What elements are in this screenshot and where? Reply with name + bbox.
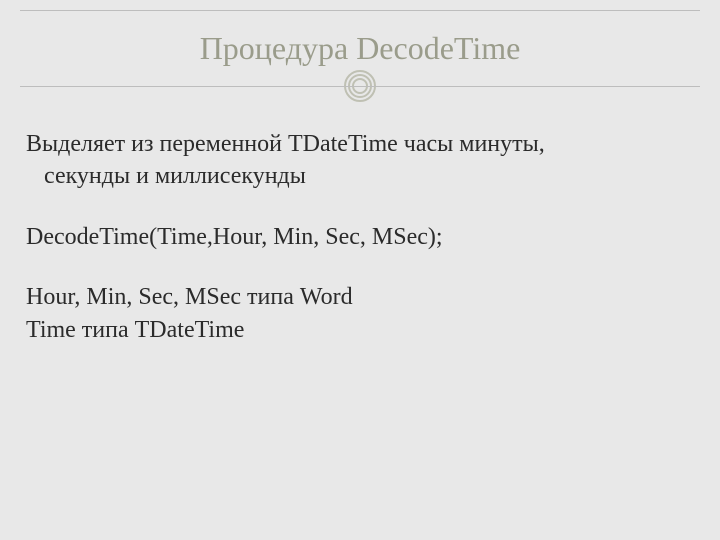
header-rule-bottom xyxy=(20,86,700,87)
body-p1-l1: Выделяет из переменной TDateTime часы ми… xyxy=(26,131,545,157)
slide-title: Процедура DecodeTime xyxy=(0,30,720,67)
body-p3-l2: Time типа TDateTime xyxy=(26,317,244,343)
body-p2: DecodeTime(Time,Hour, Min, Sec, MSec); xyxy=(26,224,443,250)
body-p1-l2: секунды и миллисекунды xyxy=(26,160,694,192)
slide-body: Выделяет из переменной TDateTime часы ми… xyxy=(26,128,694,346)
header-rule-top xyxy=(20,10,700,11)
body-p3-l1: Hour, Min, Sec, MSec типа Word xyxy=(26,284,353,310)
